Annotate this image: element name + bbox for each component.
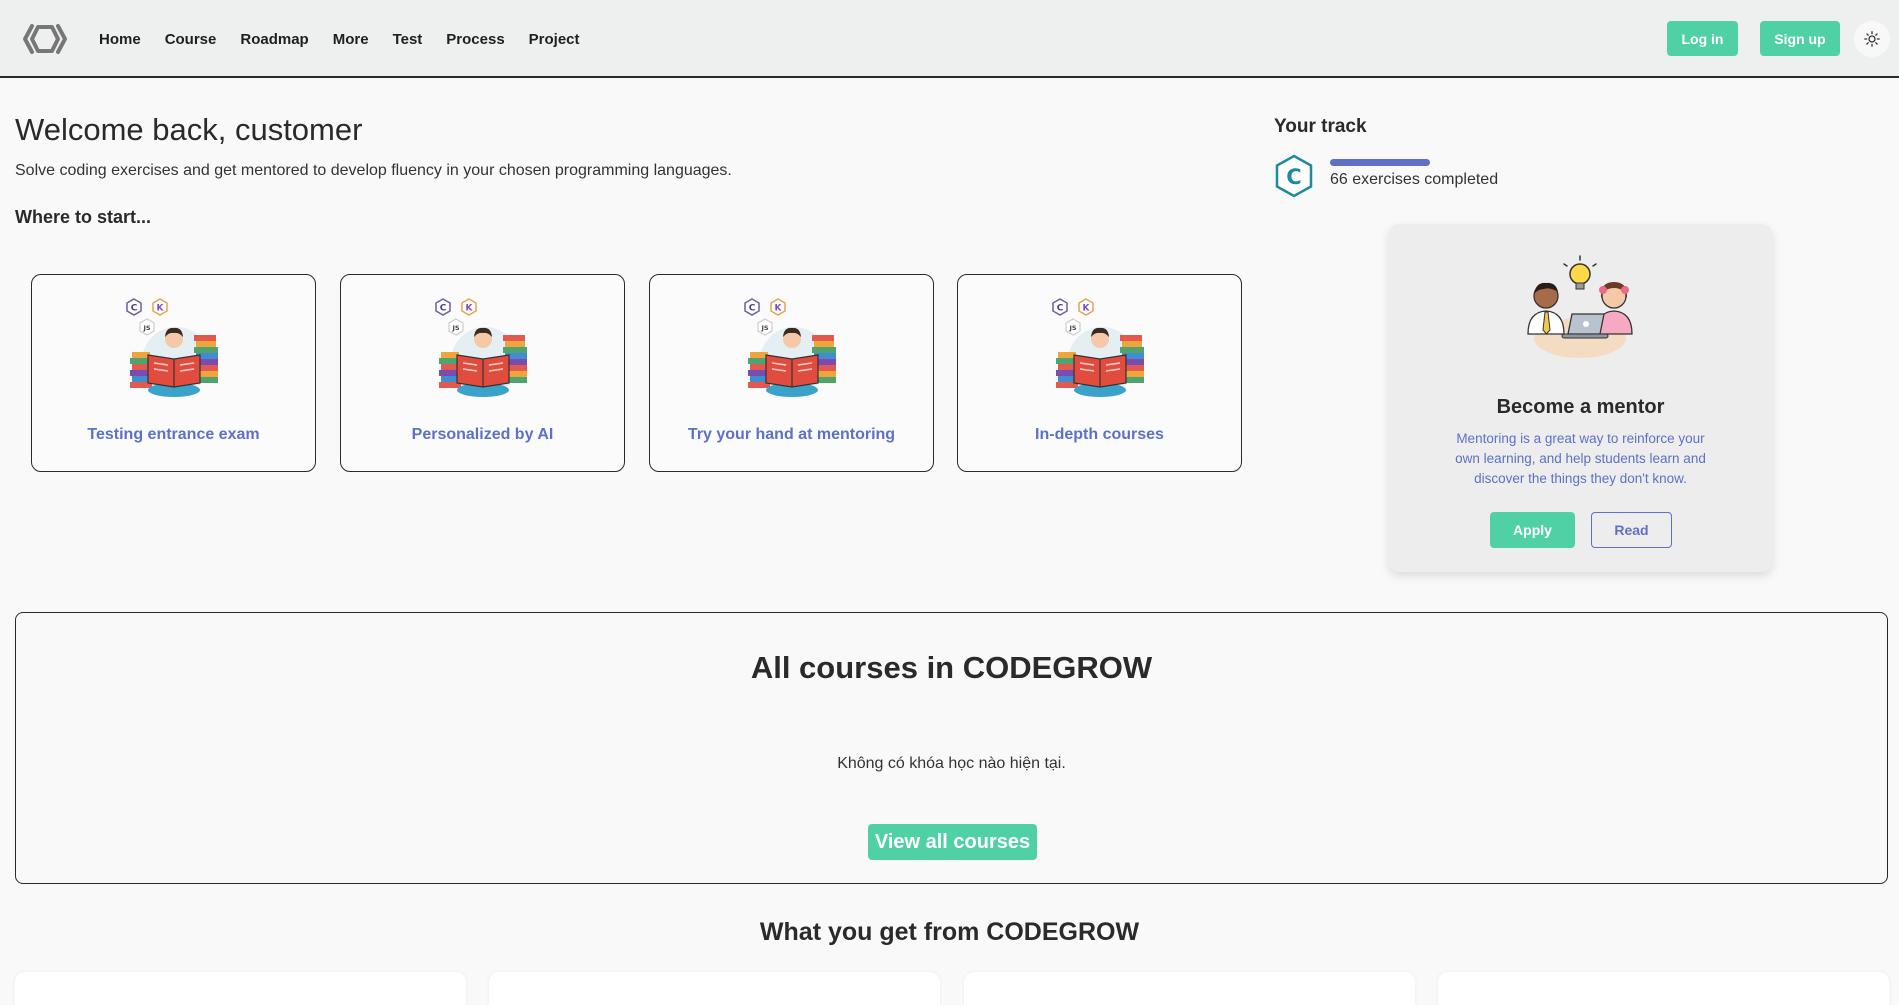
main-nav: Home Course Roadmap More Test Process Pr… [99, 0, 604, 78]
benefit-card [489, 972, 940, 1005]
reading-student-illustration-icon [1052, 298, 1145, 398]
benefit-card [15, 972, 466, 1005]
read-mentor-button[interactable]: Read [1591, 512, 1672, 548]
theme-toggle-button[interactable] [1854, 21, 1890, 57]
nav-course[interactable]: Course [165, 31, 217, 48]
benefit-card [1438, 972, 1889, 1005]
reading-student-illustration-icon [126, 298, 219, 398]
nav-test[interactable]: Test [393, 31, 423, 48]
mentor-description: Mentoring is a great way to reinforce yo… [1455, 431, 1706, 486]
start-card-label: In-depth courses [1035, 426, 1164, 443]
logo-icon[interactable] [22, 22, 68, 56]
mentor-title: Become a mentor [1496, 396, 1665, 418]
svg-text:C: C [1286, 165, 1301, 189]
apply-mentor-button[interactable]: Apply [1490, 512, 1575, 548]
welcome-title: Welcome back, customer [15, 112, 363, 147]
track-progress-bar [1330, 159, 1430, 166]
where-to-start-heading: Where to start... [15, 207, 152, 227]
start-card-entrance-exam[interactable]: Testing entrance exam [31, 274, 316, 472]
mentor-illustration-icon [1527, 255, 1633, 358]
start-card-label: Testing entrance exam [87, 426, 260, 443]
start-card-label: Try your hand at mentoring [687, 426, 896, 443]
all-courses-panel: All courses in CODEGROW Không có khóa họ… [15, 612, 1888, 884]
start-card-in-depth-courses[interactable]: In-depth courses [957, 274, 1242, 472]
nav-home[interactable]: Home [99, 31, 141, 48]
top-navbar: Home Course Roadmap More Test Process Pr… [0, 0, 1899, 78]
start-card-mentoring[interactable]: Try your hand at mentoring [649, 274, 934, 472]
reading-student-illustration-icon [435, 298, 528, 398]
nav-roadmap[interactable]: Roadmap [240, 31, 308, 48]
sun-icon [1864, 31, 1880, 47]
your-track-title: Your track [1274, 116, 1367, 137]
benefit-card [964, 972, 1415, 1005]
welcome-subtitle: Solve coding exercises and get mentored … [15, 162, 732, 179]
view-all-courses-button[interactable]: View all courses [868, 824, 1037, 860]
all-courses-title: All courses in CODEGROW [750, 650, 1153, 685]
login-button[interactable]: Log in [1667, 21, 1738, 56]
track-progress-text: 66 exercises completed [1330, 171, 1499, 188]
courses-empty-message: Không có khóa học nào hiện tại. [837, 755, 1066, 772]
start-card-label: Personalized by AI [411, 426, 554, 443]
track-progress-fill [1330, 159, 1430, 166]
become-mentor-card: Become a mentor Mentoring is a great way… [1389, 224, 1772, 572]
c-language-track-icon[interactable]: C [1274, 154, 1314, 198]
benefits-title: What you get from CODEGROW [759, 918, 1140, 946]
nav-more[interactable]: More [333, 31, 369, 48]
nav-project[interactable]: Project [529, 31, 580, 48]
start-card-personalized-ai[interactable]: Personalized by AI [340, 274, 625, 472]
signup-button[interactable]: Sign up [1760, 21, 1840, 56]
reading-student-illustration-icon [744, 298, 837, 398]
nav-process[interactable]: Process [446, 31, 504, 48]
